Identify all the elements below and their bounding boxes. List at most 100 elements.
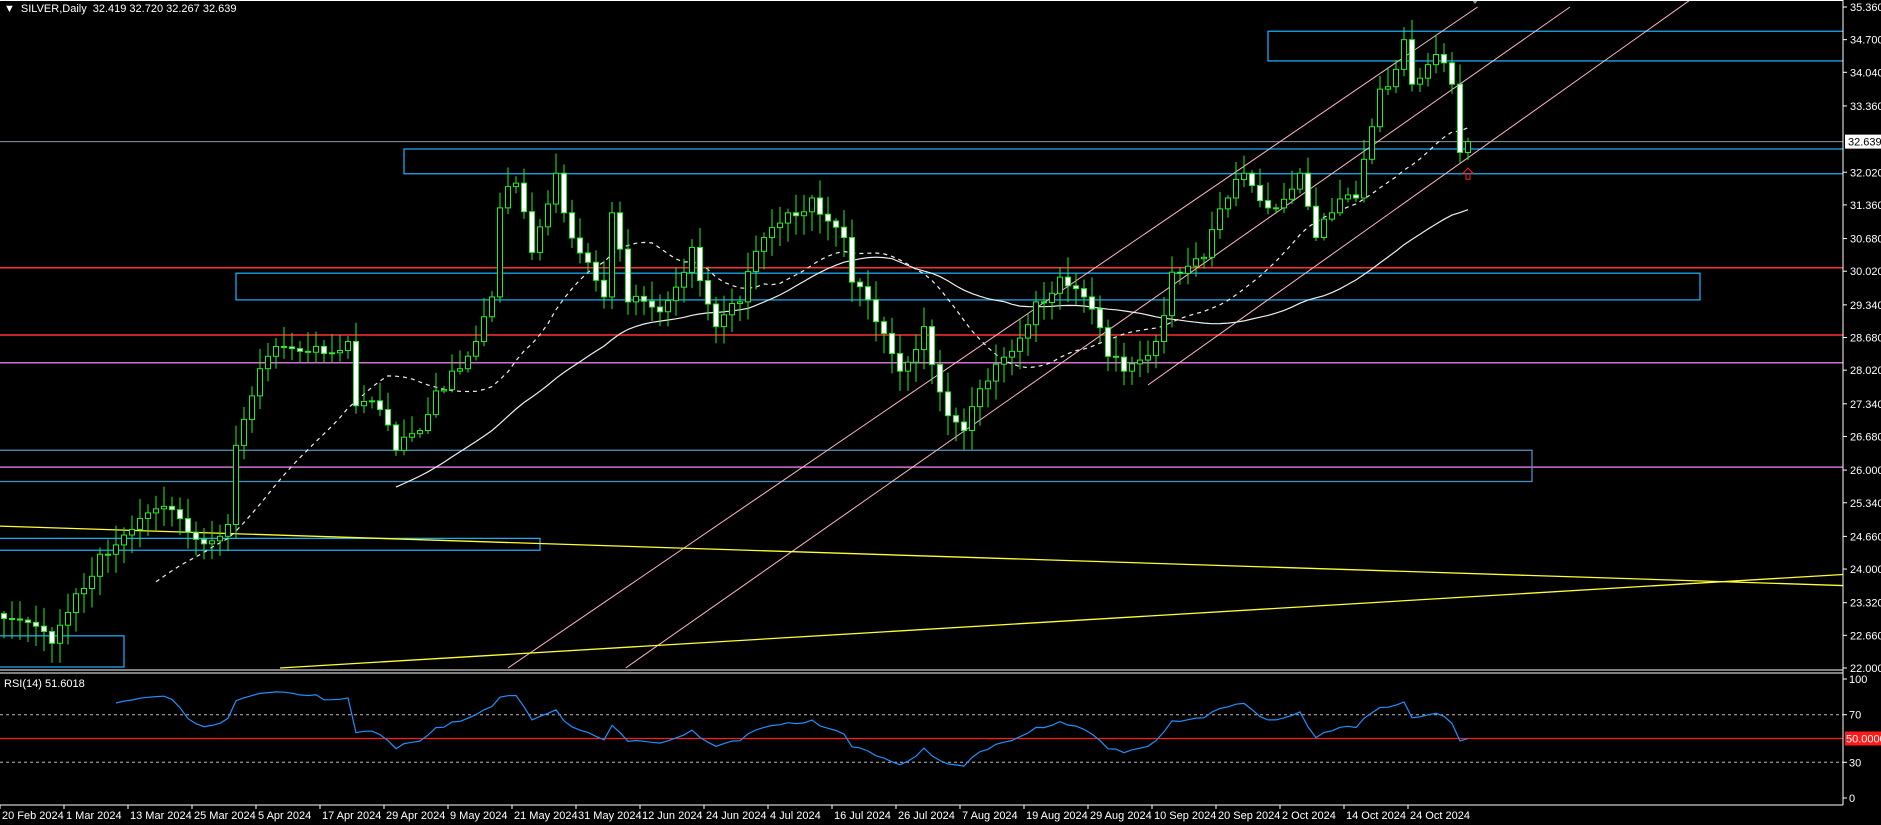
candle-body xyxy=(145,512,151,519)
candle-body xyxy=(889,333,895,355)
candle xyxy=(777,206,783,247)
candle-body xyxy=(577,237,583,254)
candle xyxy=(17,601,23,640)
candle xyxy=(865,270,871,320)
price-zone xyxy=(235,272,1701,301)
candle-body xyxy=(313,345,319,353)
candle xyxy=(689,239,695,289)
candle-body xyxy=(377,400,383,411)
candle-body xyxy=(1169,271,1175,317)
date-axis-label: 7 Aug 2024 xyxy=(962,810,1018,822)
date-axis-label: 14 Oct 2024 xyxy=(1346,810,1406,822)
candle xyxy=(1441,43,1447,73)
candle-body xyxy=(41,625,47,633)
candle-body xyxy=(489,296,495,318)
candle-body xyxy=(513,182,519,188)
price-axis-label: 34.700 xyxy=(1850,35,1881,47)
candle xyxy=(489,291,495,323)
date-axis-label: 19 Aug 2024 xyxy=(1026,810,1088,822)
candle xyxy=(1145,340,1151,374)
candle xyxy=(721,295,727,344)
candle-body xyxy=(1113,355,1119,358)
candle-body xyxy=(1345,194,1351,200)
candle-body xyxy=(1177,271,1183,274)
candle xyxy=(1065,257,1071,303)
candle-body xyxy=(1081,288,1087,298)
candle xyxy=(249,386,255,433)
date-axis-label: 2 Oct 2024 xyxy=(1282,810,1336,822)
candle-body xyxy=(825,213,831,222)
candle-body xyxy=(1041,301,1047,304)
candle xyxy=(481,298,487,347)
candle-body xyxy=(1233,178,1239,199)
candle xyxy=(585,243,591,274)
price-chart[interactable]: 35.360 34.700 34.040 33.360 32.020 31.360 30.6… xyxy=(0,0,1881,825)
price-axis-label: 31.360 xyxy=(1850,200,1881,212)
candle xyxy=(169,496,175,527)
candle-body xyxy=(913,349,919,363)
candle xyxy=(993,344,999,400)
candle-body xyxy=(929,326,935,365)
candle-body xyxy=(161,505,167,510)
candle xyxy=(441,385,447,394)
candle xyxy=(961,408,967,450)
candle xyxy=(401,419,407,456)
candle xyxy=(665,291,671,327)
candle-body xyxy=(953,415,959,423)
candle xyxy=(73,588,79,632)
candle xyxy=(937,350,943,412)
candle-body xyxy=(1185,265,1191,274)
candle-body xyxy=(737,301,743,305)
candle xyxy=(497,192,503,303)
candle xyxy=(1305,157,1311,211)
candle-body xyxy=(1193,258,1199,267)
candle xyxy=(953,407,959,442)
candle-body xyxy=(1441,53,1447,64)
rsi-line xyxy=(115,691,1469,767)
candle-body xyxy=(305,350,311,353)
price-axis-label: 33.360 xyxy=(1850,101,1881,113)
price-axis-label: 32.020 xyxy=(1850,167,1881,179)
candle xyxy=(305,332,311,363)
candle-body xyxy=(1121,356,1127,372)
candle xyxy=(369,396,375,409)
rsi-axis-label: 30 xyxy=(1849,757,1861,769)
price-axis-label: 28.680 xyxy=(1850,333,1881,345)
candle-body xyxy=(1401,39,1407,70)
candle xyxy=(41,607,47,652)
candle xyxy=(553,153,559,214)
price-axis-label: 35.360 xyxy=(1850,2,1881,14)
candle-body xyxy=(273,345,279,357)
candle-body xyxy=(1017,337,1023,352)
candle-body xyxy=(1129,363,1135,372)
candle xyxy=(969,387,975,450)
channel-line xyxy=(1147,0,1691,386)
candle xyxy=(321,339,327,364)
main-panel xyxy=(0,0,1843,669)
candle xyxy=(1217,191,1223,239)
candle-body xyxy=(833,220,839,228)
candle xyxy=(217,524,223,556)
candle-body xyxy=(1281,198,1287,209)
date-axis-label: 1 Mar 2024 xyxy=(66,810,122,822)
date-axis-label: 24 Oct 2024 xyxy=(1410,810,1470,822)
price-zone xyxy=(0,449,1533,483)
candle xyxy=(1201,253,1207,269)
candle xyxy=(225,514,231,551)
date-axis-label: 5 Apr 2024 xyxy=(258,810,311,822)
candle xyxy=(641,286,647,315)
candle-body xyxy=(1009,350,1015,358)
candle xyxy=(417,427,423,438)
candle xyxy=(617,201,623,262)
candle xyxy=(1329,197,1335,222)
candle xyxy=(841,210,847,258)
date-axis-label: 24 Jun 2024 xyxy=(706,810,767,822)
candle-body xyxy=(1393,68,1399,88)
candle xyxy=(233,425,239,539)
candle-body xyxy=(801,211,807,217)
candle xyxy=(393,421,399,456)
candle-body xyxy=(817,197,823,215)
candle xyxy=(297,341,303,363)
candle-body xyxy=(641,295,647,302)
candle xyxy=(673,267,679,316)
